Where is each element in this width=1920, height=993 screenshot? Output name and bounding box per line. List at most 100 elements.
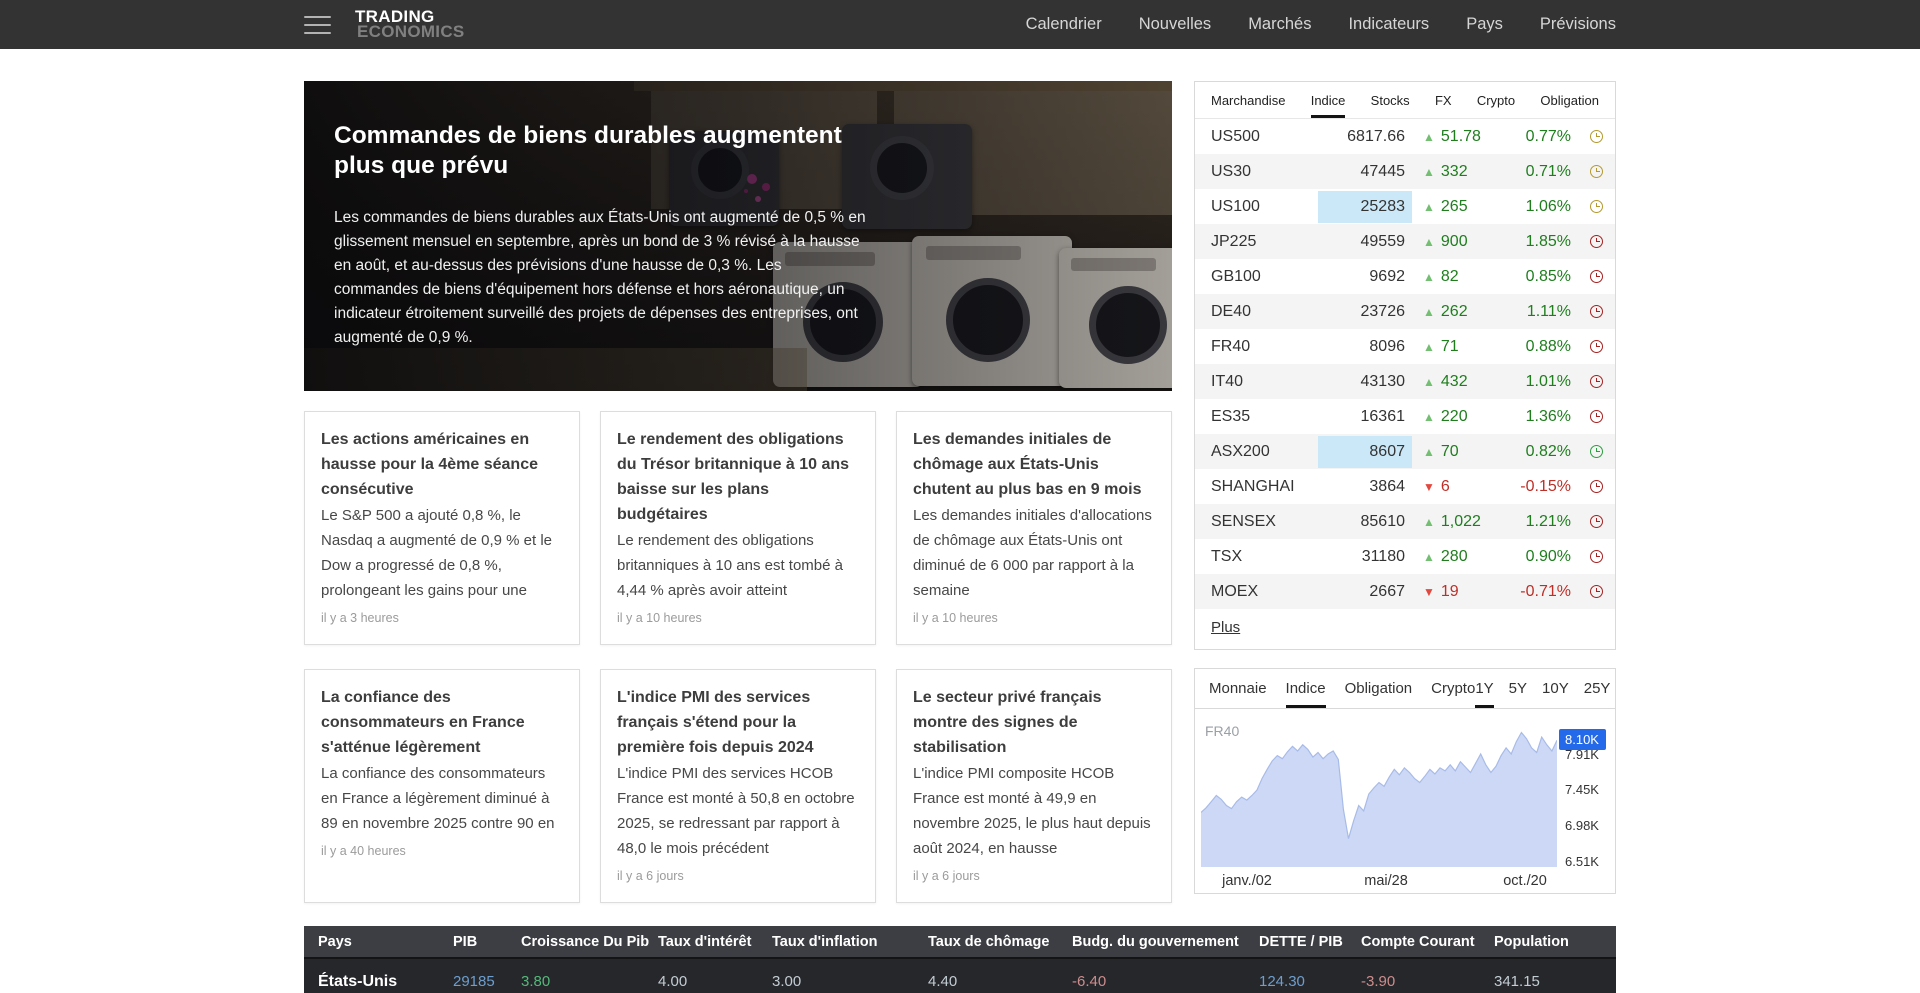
news-card-title[interactable]: Les actions américaines en hausse pour l… <box>321 427 563 502</box>
market-symbol: ES35 <box>1211 408 1325 426</box>
table-header-cell[interactable]: Croissance Du Pib <box>521 934 658 950</box>
market-symbol: MOEX <box>1211 583 1325 601</box>
market-session-cell <box>1571 270 1603 283</box>
clock-icon <box>1590 480 1603 493</box>
hero-title[interactable]: Commandes de biens durables augmentent p… <box>334 121 864 181</box>
market-change-cell: 6 <box>1405 478 1495 496</box>
table-cell[interactable]: -6.40 <box>1072 973 1259 990</box>
market-tab[interactable]: Obligation <box>1540 82 1599 118</box>
news-card[interactable]: La confiance des consommateurs en France… <box>304 669 580 903</box>
market-row[interactable]: MOEX 2667 19 -0.71% <box>1195 574 1615 609</box>
market-session-cell <box>1571 375 1603 388</box>
market-change-value: 70 <box>1441 443 1459 461</box>
chart-range[interactable]: 1Y <box>1475 669 1493 708</box>
chart-x-label: janv./02 <box>1222 873 1272 889</box>
table-cell[interactable]: 341.15 <box>1494 973 1616 990</box>
market-symbol: IT40 <box>1211 373 1325 391</box>
nav-item[interactable]: Nouvelles <box>1139 15 1211 34</box>
news-card[interactable]: Les actions américaines en hausse pour l… <box>304 411 580 645</box>
markets-tabs: Marchandise Indice Stocks FX Crypto Obligatio… <box>1195 82 1615 119</box>
table-header-cell[interactable]: Budg. du gouvernement <box>1072 934 1259 950</box>
news-card-timestamp: il y a 10 heures <box>913 611 1155 625</box>
market-tab[interactable]: FX <box>1435 82 1452 118</box>
news-card-title[interactable]: Le secteur privé français montre des sig… <box>913 685 1155 760</box>
market-row[interactable]: JP225 49559 900 1.85% <box>1195 224 1615 259</box>
news-card-title[interactable]: Les demandes initiales de chômage aux Ét… <box>913 427 1155 502</box>
table-cell[interactable]: 4.40 <box>928 973 1072 990</box>
table-header-cell[interactable]: Taux d'intérêt <box>658 934 772 950</box>
nav-item[interactable]: Pays <box>1466 15 1503 34</box>
table-cell[interactable]: -3.90 <box>1361 973 1494 990</box>
market-row[interactable]: FR40 8096 71 0.88% <box>1195 329 1615 364</box>
news-card[interactable]: Le rendement des obligations du Trésor b… <box>600 411 876 645</box>
hero-article[interactable]: Commandes de biens durables augmentent p… <box>304 81 1172 391</box>
chart-range[interactable]: 5Y <box>1509 669 1527 708</box>
market-row[interactable]: US500 6817.66 51.78 0.77% <box>1195 119 1615 154</box>
table-header-cell[interactable]: Population <box>1494 934 1616 950</box>
chart-tab[interactable]: Obligation <box>1345 669 1413 708</box>
market-row[interactable]: GB100 9692 82 0.85% <box>1195 259 1615 294</box>
market-symbol: JP225 <box>1211 233 1325 251</box>
table-header-cell[interactable]: Compte Courant <box>1361 934 1494 950</box>
market-change-value: 19 <box>1441 583 1459 601</box>
chart-tabs: Monnaie Indice Obligation Crypto <box>1209 669 1475 708</box>
change-arrow-icon <box>1423 306 1435 318</box>
chart-tab[interactable]: Monnaie <box>1209 669 1267 708</box>
table-header-cell[interactable]: Taux de chômage <box>928 934 1072 950</box>
market-row[interactable]: US100 25283 265 1.06% <box>1195 189 1615 224</box>
clock-icon <box>1590 130 1603 143</box>
table-header-cell[interactable]: PIB <box>453 934 521 950</box>
table-header-cell[interactable]: Pays <box>318 934 453 950</box>
table-header-cell[interactable]: DETTE / PIB <box>1259 934 1361 950</box>
news-card[interactable]: Les demandes initiales de chômage aux Ét… <box>896 411 1172 645</box>
news-card-title[interactable]: La confiance des consommateurs en France… <box>321 685 563 760</box>
table-cell[interactable]: 29185 <box>453 973 521 990</box>
market-tab[interactable]: Indice <box>1311 82 1346 118</box>
chart-y-axis: 8.10K 7.91K7.45K6.98K6.51K <box>1557 721 1611 867</box>
nav-item[interactable]: Calendrier <box>1026 15 1102 34</box>
news-card[interactable]: L'indice PMI des services français s'éte… <box>600 669 876 903</box>
table-cell[interactable]: 3.00 <box>772 973 928 990</box>
logo[interactable]: TRADING ECONOMICS <box>355 10 465 39</box>
nav-item[interactable]: Prévisions <box>1540 15 1616 34</box>
market-tab[interactable]: Stocks <box>1371 82 1410 118</box>
market-price: 49559 <box>1325 233 1405 251</box>
clock-icon <box>1590 165 1603 178</box>
market-change-value: 51.78 <box>1441 128 1481 146</box>
market-change-cell: 900 <box>1405 233 1495 251</box>
chart-tab[interactable]: Crypto <box>1431 669 1475 708</box>
market-row[interactable]: US30 47445 332 0.71% <box>1195 154 1615 189</box>
market-row[interactable]: TSX 31180 280 0.90% <box>1195 539 1615 574</box>
market-change-value: 280 <box>1441 548 1468 566</box>
market-row[interactable]: DE40 23726 262 1.11% <box>1195 294 1615 329</box>
news-card-title[interactable]: Le rendement des obligations du Trésor b… <box>617 427 859 527</box>
more-link[interactable]: Plus <box>1211 619 1240 636</box>
market-change-cell: 70 <box>1405 443 1495 461</box>
country-table-row[interactable]: États-Unis291853.804.003.004.40-6.40124.… <box>304 959 1616 993</box>
chart-range[interactable]: 10Y <box>1542 669 1569 708</box>
market-row[interactable]: IT40 43130 432 1.01% <box>1195 364 1615 399</box>
markets-panel: Marchandise Indice Stocks FX Crypto Obligatio… <box>1194 81 1616 650</box>
news-card-title[interactable]: L'indice PMI des services français s'éte… <box>617 685 859 760</box>
table-header-cell[interactable]: Taux d'inflation <box>772 934 928 950</box>
market-row[interactable]: ES35 16361 220 1.36% <box>1195 399 1615 434</box>
change-arrow-icon <box>1423 586 1435 598</box>
chart-range[interactable]: 25Y <box>1584 669 1611 708</box>
chart-tab[interactable]: Indice <box>1286 669 1326 708</box>
market-row[interactable]: ASX200 8607 70 0.82% <box>1195 434 1615 469</box>
table-cell[interactable]: 4.00 <box>658 973 772 990</box>
market-row[interactable]: SENSEX 85610 1,022 1.21% <box>1195 504 1615 539</box>
table-cell[interactable]: 124.30 <box>1259 973 1361 990</box>
news-card-body: L'indice PMI composite HCOB France est m… <box>913 761 1155 861</box>
hamburger-menu-icon[interactable] <box>304 16 331 34</box>
table-cell[interactable]: 3.80 <box>521 973 658 990</box>
market-row[interactable]: SHANGHAI 3864 6 -0.15% <box>1195 469 1615 504</box>
news-card-timestamp: il y a 10 heures <box>617 611 859 625</box>
market-tab[interactable]: Crypto <box>1477 82 1515 118</box>
nav-item[interactable]: Indicateurs <box>1348 15 1429 34</box>
market-tab[interactable]: Marchandise <box>1211 82 1285 118</box>
table-cell[interactable]: États-Unis <box>318 973 453 991</box>
market-price: 9692 <box>1325 268 1405 286</box>
news-card[interactable]: Le secteur privé français montre des sig… <box>896 669 1172 903</box>
nav-item[interactable]: Marchés <box>1248 15 1311 34</box>
